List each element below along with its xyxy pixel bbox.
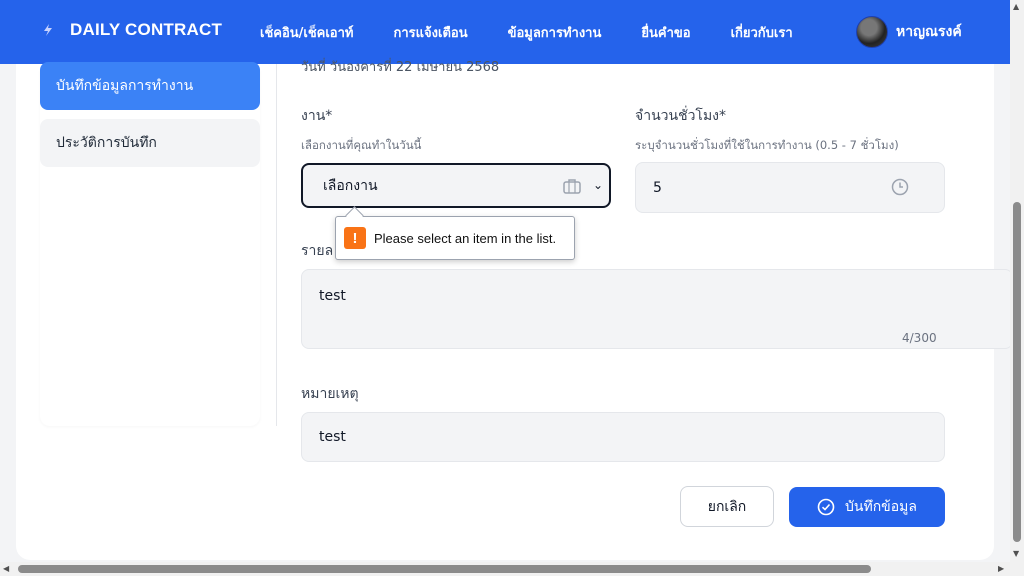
details-label: รายล <box>301 243 334 259</box>
job-hint: เลือกงานที่คุณทำในวันนี้ <box>301 138 422 152</box>
scroll-right-icon[interactable]: ▶ <box>998 564 1004 573</box>
nav-checkin[interactable]: เช็คอิน/เช็คเอาท์ <box>260 22 354 43</box>
save-button[interactable]: บันทึกข้อมูล <box>789 487 945 527</box>
hours-input[interactable]: 5 <box>635 162 945 213</box>
nav-about[interactable]: เกี่ยวกับเรา <box>731 22 793 43</box>
clock-icon <box>891 178 909 196</box>
job-select[interactable]: เลือกงาน ⌄ <box>301 163 611 208</box>
note-input[interactable]: test <box>301 412 945 462</box>
horizontal-scroll-thumb[interactable] <box>18 565 871 573</box>
brand[interactable]: DAILY CONTRACT <box>40 20 222 40</box>
sidebar-item-history[interactable]: ประวัติการบันทึก <box>40 119 260 167</box>
hours-label: จำนวนชั่วโมง* <box>635 108 727 124</box>
validation-tooltip: ! Please select an item in the list. <box>335 216 575 260</box>
check-circle-icon <box>817 498 835 516</box>
scroll-left-icon[interactable]: ◀ <box>3 564 9 573</box>
validation-message: Please select an item in the list. <box>374 230 557 246</box>
warning-icon: ! <box>344 227 366 249</box>
nav-work-info[interactable]: ข้อมูลการทำงาน <box>508 22 602 43</box>
note-value: test <box>319 429 346 445</box>
note-label: หมายเหตุ <box>301 386 359 402</box>
logo-icon <box>44 24 52 36</box>
vertical-scroll-thumb[interactable] <box>1013 202 1021 542</box>
divider <box>276 64 277 426</box>
nav-notifications[interactable]: การแจ้งเตือน <box>394 22 468 43</box>
char-counter: 4/300 <box>902 331 937 345</box>
job-label: งาน* <box>301 108 333 124</box>
brand-name: DAILY CONTRACT <box>70 20 223 39</box>
hours-value: 5 <box>653 179 662 196</box>
save-label: บันทึกข้อมูล <box>845 499 917 515</box>
hours-hint: ระบุจำนวนชั่วโมงที่ใช้ในการทำงาน (0.5 - … <box>635 138 899 152</box>
chevron-down-icon: ⌄ <box>592 178 603 192</box>
date-text: วันที่ วันองคารที่ 22 เมษายน 2568 <box>301 60 500 75</box>
cancel-button[interactable]: ยกเลิก <box>680 486 774 527</box>
user-menu[interactable]: หาญณรงค์ <box>856 16 962 48</box>
scroll-down-icon[interactable]: ▼ <box>1013 549 1019 558</box>
avatar <box>856 16 888 48</box>
nav-requests[interactable]: ยื่นคำขอ <box>641 22 690 43</box>
main-nav: เช็คอิน/เช็คเอาท์ การแจ้งเตือน ข้อมูลการ… <box>260 22 793 43</box>
job-select-value: เลือกงาน <box>323 177 378 194</box>
briefcase-icon <box>563 179 581 194</box>
sidebar-item-record[interactable]: บันทึกข้อมูลการทำงาน <box>40 62 260 110</box>
scroll-up-icon[interactable]: ▲ <box>1013 2 1019 11</box>
user-name: หาญณรงค์ <box>896 24 962 40</box>
